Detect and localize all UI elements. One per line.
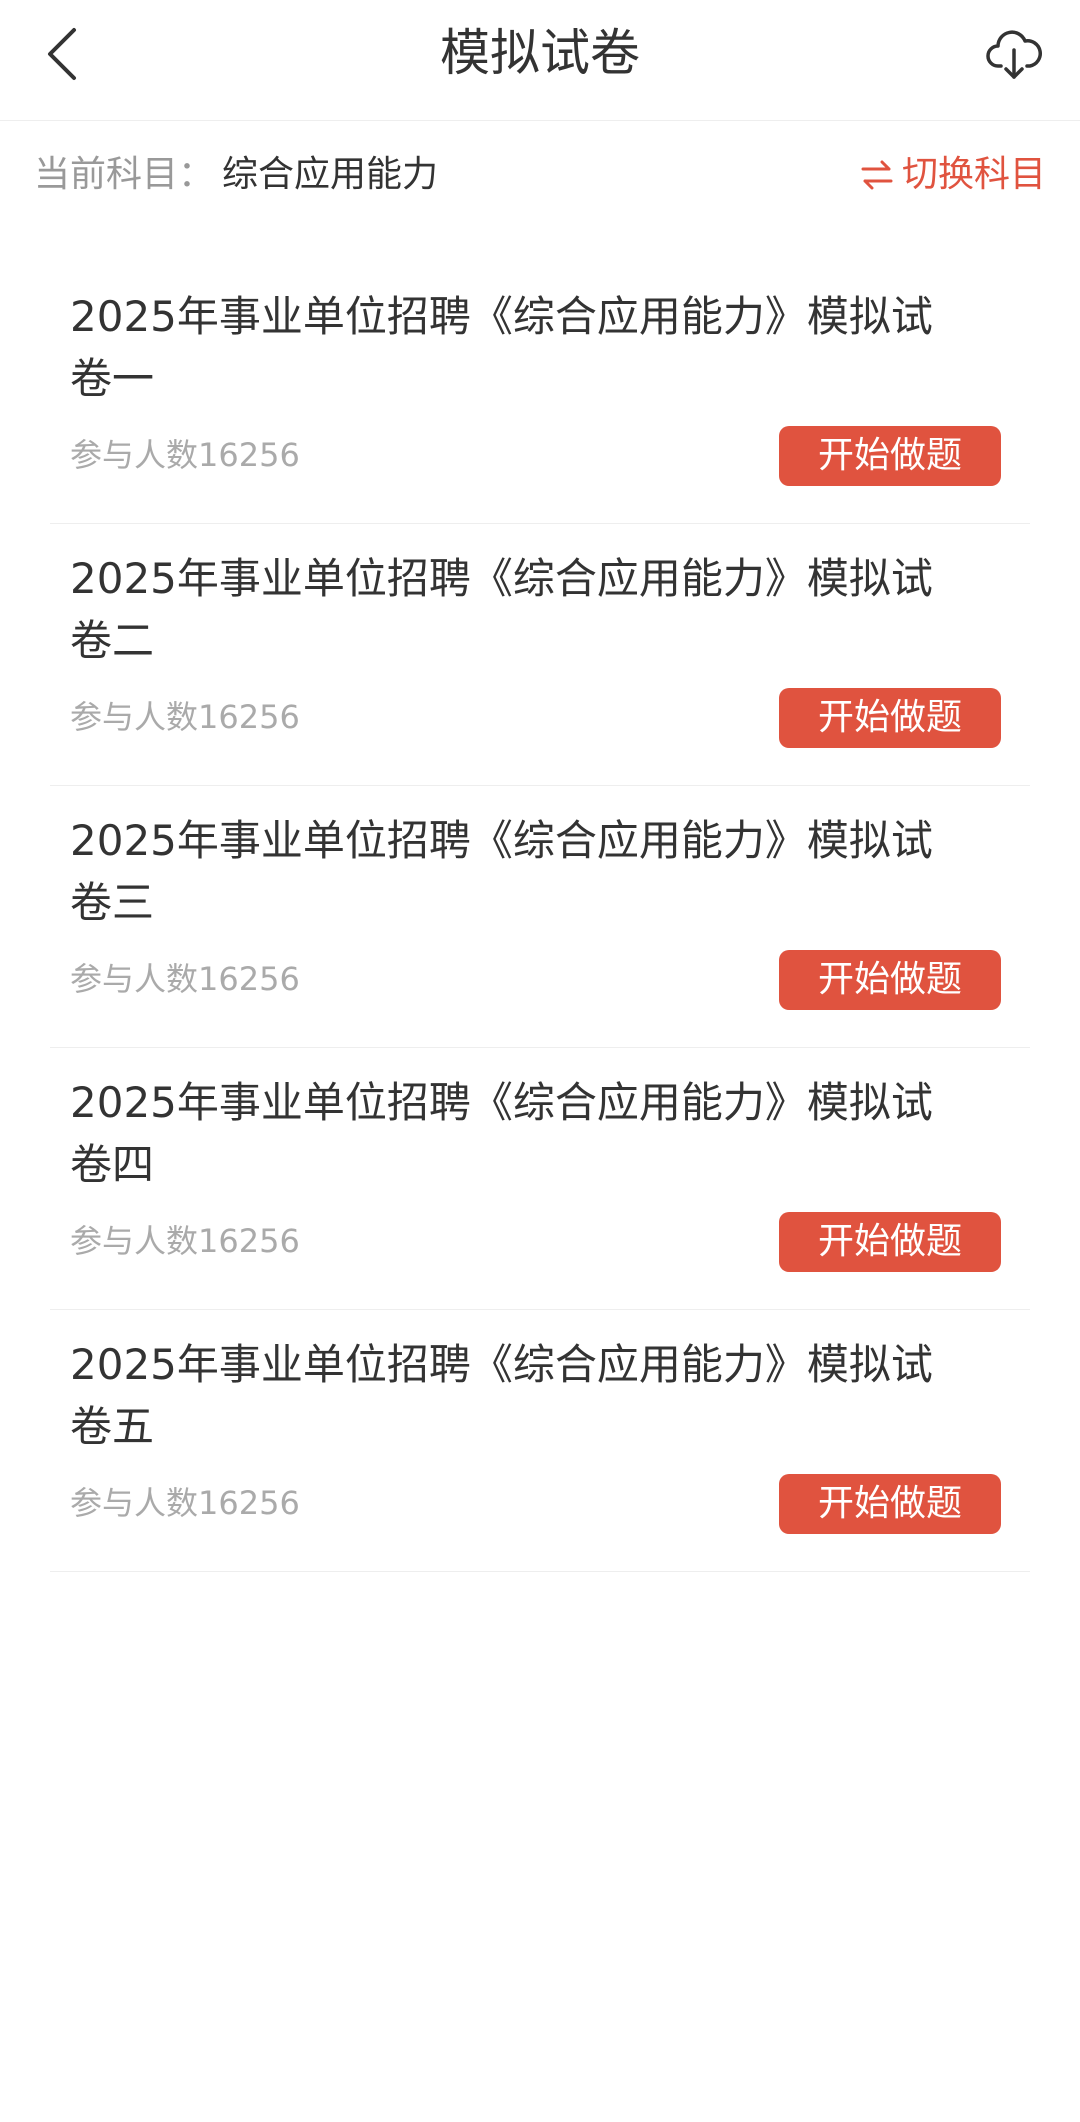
- start-exam-button[interactable]: 开始做题: [779, 688, 1001, 748]
- page-title: 模拟试卷: [440, 24, 640, 82]
- participant-count: 参与人数16256: [70, 436, 300, 474]
- paper-item: 2025年事业单位招聘《综合应用能力》模拟试卷五 参与人数16256 开始做题: [50, 1310, 1030, 1572]
- switch-subject-label: 切换科目: [901, 154, 1046, 195]
- start-exam-button[interactable]: 开始做题: [779, 1474, 1001, 1534]
- start-exam-button[interactable]: 开始做题: [779, 1212, 1001, 1272]
- paper-title: 2025年事业单位招聘《综合应用能力》模拟试卷四: [70, 1078, 933, 1189]
- start-exam-button[interactable]: 开始做题: [779, 950, 1001, 1010]
- paper-title: 2025年事业单位招聘《综合应用能力》模拟试卷二: [70, 554, 933, 665]
- subject-bar: 当前科目： 综合应用能力 切换科目: [0, 121, 1080, 231]
- paper-item: 2025年事业单位招聘《综合应用能力》模拟试卷三 参与人数16256 开始做题: [50, 786, 1030, 1048]
- participant-count: 参与人数16256: [70, 698, 300, 736]
- paper-item: 2025年事业单位招聘《综合应用能力》模拟试卷四 参与人数16256 开始做题: [50, 1048, 1030, 1310]
- start-exam-button[interactable]: 开始做题: [779, 426, 1001, 486]
- paper-item: 2025年事业单位招聘《综合应用能力》模拟试卷一 参与人数16256 开始做题: [50, 262, 1030, 524]
- participant-count: 参与人数16256: [70, 1484, 300, 1522]
- top-bar: 模拟试卷: [0, 0, 1080, 121]
- paper-title: 2025年事业单位招聘《综合应用能力》模拟试卷三: [70, 816, 933, 927]
- download-button[interactable]: [974, 14, 1054, 94]
- swap-icon: [860, 158, 894, 192]
- participant-count: 参与人数16256: [70, 1222, 300, 1260]
- switch-subject-button[interactable]: 切换科目: [860, 149, 1046, 201]
- paper-title: 2025年事业单位招聘《综合应用能力》模拟试卷五: [70, 1340, 933, 1451]
- paper-title: 2025年事业单位招聘《综合应用能力》模拟试卷一: [70, 292, 933, 403]
- cloud-download-icon: [986, 30, 1042, 79]
- subject-value: 综合应用能力: [222, 154, 439, 195]
- paper-list: 2025年事业单位招聘《综合应用能力》模拟试卷一 参与人数16256 开始做题 …: [0, 262, 1080, 1572]
- paper-item: 2025年事业单位招聘《综合应用能力》模拟试卷二 参与人数16256 开始做题: [50, 524, 1030, 786]
- participant-count: 参与人数16256: [70, 960, 300, 998]
- subject-label: 当前科目：: [34, 154, 215, 195]
